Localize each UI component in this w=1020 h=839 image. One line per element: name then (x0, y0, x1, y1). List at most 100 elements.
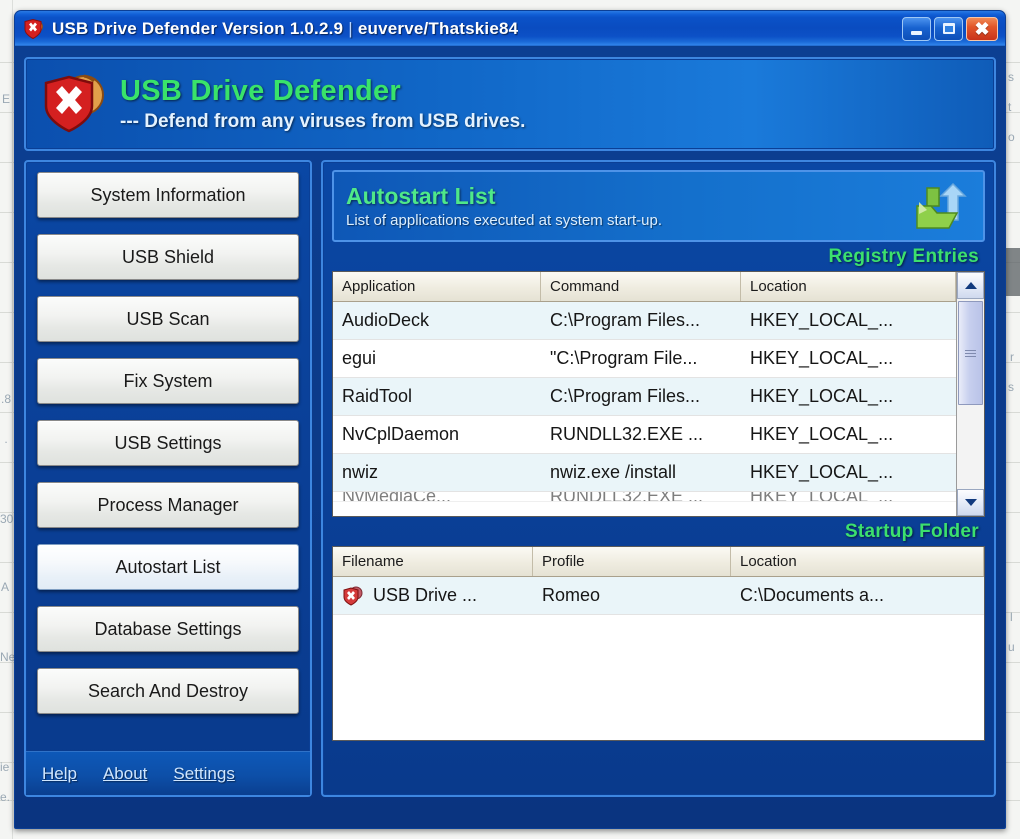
cell-command: C:\Program Files... (550, 386, 701, 406)
window-title-separator: | (348, 18, 353, 38)
maximize-button[interactable] (934, 16, 963, 41)
column-header-command[interactable]: Command (541, 272, 741, 301)
close-icon: ✖ (974, 18, 990, 39)
panel-subtitle: List of applications executed at system … (346, 212, 662, 229)
column-header-location[interactable]: Location (741, 272, 956, 301)
settings-link[interactable]: Settings (173, 764, 234, 784)
startup-table-header: Filename Profile Location (333, 547, 984, 577)
autostart-arrow-icon (913, 180, 971, 232)
sidebar-item-label: USB Scan (126, 308, 210, 329)
sidebar-item-system-information[interactable]: System Information (37, 172, 299, 218)
column-header-application[interactable]: Application (333, 272, 541, 301)
registry-vertical-scrollbar[interactable] (956, 272, 984, 516)
cell-location: HKEY_LOCAL_... (750, 424, 894, 444)
registry-table-header: Application Command Location (333, 272, 956, 302)
table-row[interactable]: NvMediaCe... RUNDLL32.EXE ... HKEY_LOCAL… (333, 492, 956, 502)
sidebar-item-label: Autostart List (115, 556, 221, 577)
scrollbar-track[interactable] (957, 299, 984, 489)
shield-virus-icon (342, 586, 364, 606)
window-controls: ✖ (902, 16, 1001, 41)
startup-row-viewport: USB Drive ... Romeo C:\Documents a... (333, 577, 984, 740)
panel-header-text: Autostart List List of applications exec… (346, 183, 913, 229)
scroll-up-button[interactable] (957, 272, 984, 299)
cell-filename: USB Drive ... (333, 585, 533, 606)
table-row[interactable]: USB Drive ... Romeo C:\Documents a... (333, 577, 984, 615)
window-title-app: USB Drive Defender Version 1.0.2.9 (52, 18, 344, 38)
cell-location: HKEY_LOCAL_... (750, 386, 894, 406)
banner-subtitle: --- Defend from any viruses from USB dri… (120, 111, 526, 133)
cell-location: HKEY_LOCAL_... (750, 492, 894, 502)
cell-location: HKEY_LOCAL_... (750, 310, 894, 330)
scrollbar-thumb[interactable] (958, 301, 983, 405)
sidebar-footer-links: Help About Settings (26, 751, 310, 795)
close-button[interactable]: ✖ (966, 16, 998, 41)
sidebar-item-label: USB Settings (114, 432, 222, 453)
table-row[interactable]: NvCplDaemon RUNDLL32.EXE ... HKEY_LOCAL_… (333, 416, 956, 454)
cell-application: NvMediaCe... (342, 492, 452, 502)
table-row[interactable]: egui "C:\Program File... HKEY_LOCAL_... (333, 340, 956, 378)
about-link[interactable]: About (103, 764, 147, 784)
column-header-profile[interactable]: Profile (533, 547, 731, 576)
window-title-user: euverve/Thatskie84 (357, 18, 519, 38)
sidebar-item-label: Fix System (123, 370, 213, 391)
window-title: USB Drive Defender Version 1.0.2.9 | euver… (52, 19, 518, 39)
title-bar[interactable]: USB Drive Defender Version 1.0.2.9 | euver… (15, 11, 1005, 47)
cell-command: "C:\Program File... (550, 348, 698, 368)
sidebar-item-search-and-destroy[interactable]: Search And Destroy (37, 668, 299, 714)
table-row[interactable]: RaidTool C:\Program Files... HKEY_LOCAL_… (333, 378, 956, 416)
registry-row-viewport: AudioDeck C:\Program Files... HKEY_LOCAL… (333, 302, 956, 516)
autostart-list-panel: Autostart List List of applications exec… (321, 160, 996, 797)
sidebar-item-label: Database Settings (94, 618, 242, 639)
registry-table-body: Application Command Location AudioDeck C… (333, 272, 956, 516)
minimize-button[interactable] (902, 16, 931, 41)
sidebar-item-label: Process Manager (97, 494, 239, 515)
registry-entries-label: Registry Entries (828, 246, 979, 267)
scrollbar-grip (965, 348, 976, 359)
shield-virus-icon (23, 18, 45, 40)
cell-command: RUNDLL32.EXE ... (550, 424, 704, 444)
sidebar-item-usb-scan[interactable]: USB Scan (37, 296, 299, 342)
application-window: USB Drive Defender Version 1.0.2.9 | euver… (14, 10, 1006, 829)
sidebar-item-process-manager[interactable]: Process Manager (37, 482, 299, 528)
chevron-up-icon (964, 282, 977, 289)
column-header-filename[interactable]: Filename (333, 547, 533, 576)
sidebar-navigation: System Information USB Shield USB Scan F… (24, 160, 312, 797)
table-row[interactable]: nwiz nwiz.exe /install HKEY_LOCAL_... (333, 454, 956, 492)
table-row[interactable]: AudioDeck C:\Program Files... HKEY_LOCAL… (333, 302, 956, 340)
app-banner: USB Drive Defender --- Defend from any v… (24, 57, 996, 151)
banner-text: USB Drive Defender --- Defend from any v… (120, 75, 525, 133)
cell-location: C:\Documents a... (740, 585, 885, 605)
help-link[interactable]: Help (42, 764, 77, 784)
sidebar-item-label: Search And Destroy (87, 680, 249, 701)
startup-folder-label: Startup Folder (844, 521, 979, 542)
sidebar-item-autostart-list[interactable]: Autostart List (37, 544, 299, 590)
shield-virus-icon (40, 73, 108, 135)
cell-location: HKEY_LOCAL_... (750, 348, 894, 368)
sidebar-item-usb-shield[interactable]: USB Shield (37, 234, 299, 280)
banner-title: USB Drive Defender (120, 74, 401, 107)
registry-entries-table[interactable]: Application Command Location AudioDeck C… (332, 271, 985, 517)
sidebar-item-label: System Information (90, 184, 246, 205)
cell-location: HKEY_LOCAL_... (750, 462, 894, 482)
sidebar-item-label: USB Shield (121, 246, 215, 267)
sidebar-item-usb-settings[interactable]: USB Settings (37, 420, 299, 466)
cell-profile: Romeo (542, 585, 601, 605)
cell-filename-text: USB Drive ... (373, 585, 478, 605)
column-header-location[interactable]: Location (731, 547, 984, 576)
startup-folder-table[interactable]: Filename Profile Location USB Drive ... … (332, 546, 985, 741)
cell-application: NvCplDaemon (342, 424, 460, 444)
startup-table-body: Filename Profile Location USB Drive ... … (333, 547, 984, 740)
sidebar-item-fix-system[interactable]: Fix System (37, 358, 299, 404)
sidebar-item-database-settings[interactable]: Database Settings (37, 606, 299, 652)
maximize-icon (942, 23, 955, 34)
scroll-down-button[interactable] (957, 489, 984, 516)
cell-application: RaidTool (342, 386, 413, 406)
minimize-icon (911, 30, 922, 35)
cell-application: egui (342, 348, 377, 368)
window-body: USB Drive Defender --- Defend from any v… (15, 47, 1005, 828)
chevron-down-icon (964, 499, 977, 506)
content-area: System Information USB Shield USB Scan F… (24, 160, 996, 797)
panel-title: Autostart List (346, 183, 496, 209)
cell-application: AudioDeck (342, 310, 430, 330)
